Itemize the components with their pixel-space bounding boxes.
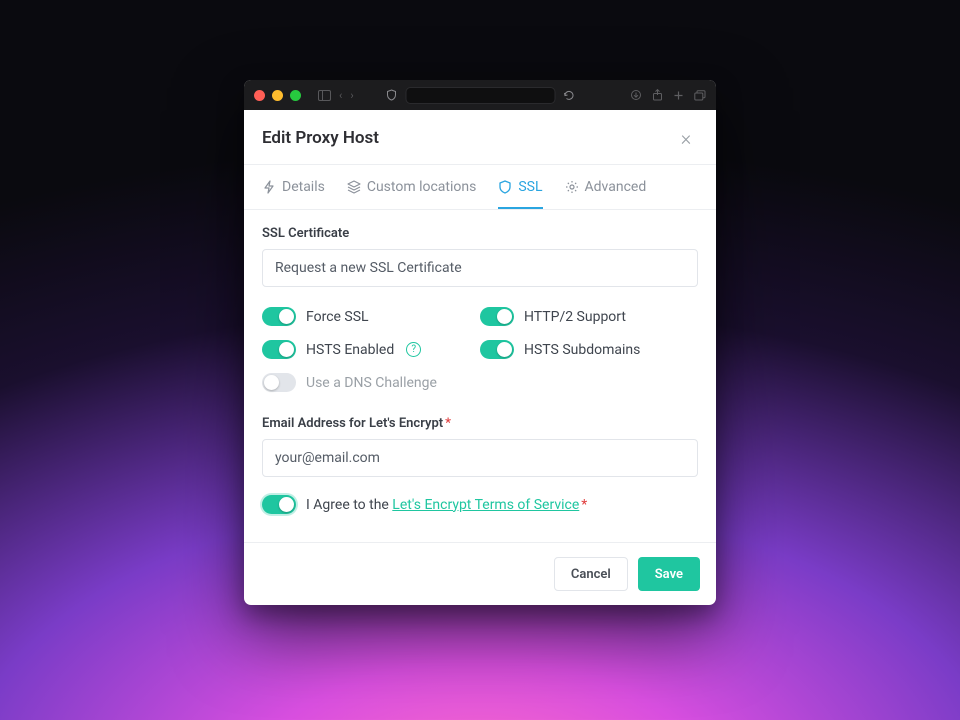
ssl-cert-label: SSL Certificate bbox=[262, 226, 698, 241]
close-icon[interactable]: × bbox=[674, 126, 698, 150]
modal-title: Edit Proxy Host bbox=[262, 128, 379, 148]
tab-label: Custom locations bbox=[367, 179, 477, 195]
new-tab-icon[interactable] bbox=[673, 89, 684, 101]
layers-icon bbox=[347, 180, 361, 194]
help-icon[interactable]: ? bbox=[406, 342, 421, 357]
minimize-window-icon[interactable] bbox=[272, 90, 283, 101]
modal-footer: Cancel Save bbox=[244, 542, 716, 605]
ssl-cert-value: Request a new SSL Certificate bbox=[275, 260, 462, 276]
forward-icon[interactable]: › bbox=[350, 89, 353, 102]
close-window-icon[interactable] bbox=[254, 90, 265, 101]
toggle-label: HSTS Subdomains bbox=[524, 342, 640, 358]
toggle-dns-row: Use a DNS Challenge bbox=[262, 373, 480, 392]
address-bar[interactable] bbox=[406, 87, 556, 104]
share-icon[interactable] bbox=[652, 89, 663, 101]
toggle-agree-tos[interactable] bbox=[262, 495, 296, 514]
modal-header: Edit Proxy Host × bbox=[244, 110, 716, 164]
tab-details[interactable]: Details bbox=[262, 179, 325, 209]
shield-privacy-icon[interactable] bbox=[386, 89, 398, 101]
modal-body: SSL Certificate Request a new SSL Certif… bbox=[244, 210, 716, 524]
ssl-cert-select[interactable]: Request a new SSL Certificate bbox=[262, 249, 698, 287]
tab-overview-icon[interactable] bbox=[694, 89, 706, 101]
toggle-hsts-sub-row: HSTS Subdomains bbox=[480, 340, 698, 359]
toggle-hsts-row: HSTS Enabled ? bbox=[262, 340, 480, 359]
toggle-hsts-subdomains[interactable] bbox=[480, 340, 514, 359]
toggle-http2-row: HTTP/2 Support bbox=[480, 307, 698, 326]
back-icon[interactable]: ‹ bbox=[339, 89, 342, 102]
agree-text: I Agree to the Let's Encrypt Terms of Se… bbox=[306, 497, 587, 513]
tab-label: SSL bbox=[518, 179, 542, 195]
toggle-force-ssl-row: Force SSL bbox=[262, 307, 480, 326]
reload-icon[interactable] bbox=[564, 90, 575, 101]
bolt-icon bbox=[262, 180, 276, 194]
browser-window: ‹ › Edit P bbox=[244, 80, 716, 605]
sidebar-icon[interactable] bbox=[318, 89, 331, 102]
gear-icon bbox=[565, 180, 579, 194]
tab-advanced[interactable]: Advanced bbox=[565, 179, 647, 209]
cancel-button[interactable]: Cancel bbox=[554, 557, 628, 591]
tab-label: Advanced bbox=[585, 179, 647, 195]
window-titlebar: ‹ › bbox=[244, 80, 716, 110]
tos-link[interactable]: Let's Encrypt Terms of Service bbox=[392, 497, 579, 513]
toggle-label: HTTP/2 Support bbox=[524, 309, 626, 325]
toggle-force-ssl[interactable] bbox=[262, 307, 296, 326]
shield-icon bbox=[498, 180, 512, 194]
toggle-hsts[interactable] bbox=[262, 340, 296, 359]
toggle-label: Use a DNS Challenge bbox=[306, 375, 437, 391]
toggle-label: HSTS Enabled bbox=[306, 342, 394, 358]
toggle-http2[interactable] bbox=[480, 307, 514, 326]
toggle-label: Force SSL bbox=[306, 309, 369, 325]
tab-label: Details bbox=[282, 179, 325, 195]
tabs: Details Custom locations SSL Advanced bbox=[244, 165, 716, 210]
toggle-dns-challenge[interactable] bbox=[262, 373, 296, 392]
maximize-window-icon[interactable] bbox=[290, 90, 301, 101]
downloads-icon[interactable] bbox=[630, 89, 642, 101]
email-label: Email Address for Let's Encrypt* bbox=[262, 416, 698, 431]
traffic-lights bbox=[254, 90, 301, 101]
save-button[interactable]: Save bbox=[638, 557, 700, 591]
agree-row: I Agree to the Let's Encrypt Terms of Se… bbox=[262, 495, 698, 514]
tab-custom-locations[interactable]: Custom locations bbox=[347, 179, 477, 209]
email-field[interactable] bbox=[262, 439, 698, 477]
tab-ssl[interactable]: SSL bbox=[498, 179, 542, 209]
